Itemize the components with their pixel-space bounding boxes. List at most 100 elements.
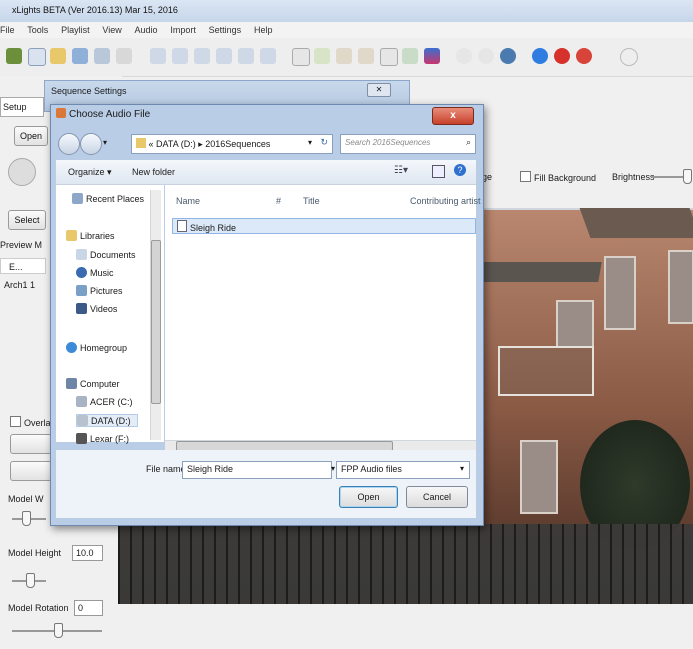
forward-button[interactable]	[80, 133, 102, 155]
open-file-button[interactable]: Open	[339, 486, 398, 508]
save-as-icon[interactable]	[94, 48, 110, 64]
nav-pictures[interactable]: Pictures	[76, 285, 123, 296]
address-drive[interactable]: DATA (D:)	[156, 139, 196, 149]
info-icon[interactable]	[532, 48, 548, 64]
model-rotation-field[interactable]: 0	[74, 600, 103, 616]
search-input[interactable]: Search 2016Sequences ⌕	[340, 134, 476, 154]
nav-recent-places[interactable]: Recent Places	[72, 193, 144, 204]
nav-homegroup[interactable]: Homegroup	[66, 342, 127, 353]
key-icon[interactable]	[598, 48, 614, 64]
model-height-field[interactable]: 10.0	[72, 545, 103, 561]
history-dropdown-icon[interactable]: ▾	[103, 138, 107, 147]
search-icon[interactable]: ⌕	[466, 137, 471, 148]
nav-label: DATA (D:)	[91, 416, 131, 426]
nav-acer-c[interactable]: ACER (C:)	[76, 396, 133, 407]
nav-documents[interactable]: Documents	[76, 249, 136, 260]
menu-help[interactable]: Help	[254, 25, 273, 35]
zoom-out-icon[interactable]	[478, 48, 494, 64]
record-icon[interactable]	[8, 158, 36, 186]
preview-pane-icon[interactable]	[432, 165, 445, 178]
address-overflow[interactable]: «	[149, 139, 154, 149]
dialog-close-button[interactable]: x	[432, 107, 474, 125]
pictures-icon	[76, 285, 87, 296]
address-folder[interactable]: 2016Sequences	[205, 139, 270, 149]
address-dropdown-icon[interactable]: ▾	[308, 138, 312, 147]
menu-import[interactable]: Import	[170, 25, 196, 35]
column-title[interactable]: Title	[303, 196, 320, 206]
play-icon[interactable]	[150, 48, 166, 64]
loop-icon[interactable]	[260, 48, 276, 64]
save-icon[interactable]	[72, 48, 88, 64]
pause-icon[interactable]	[172, 48, 188, 64]
sequence-settings-close-icon[interactable]: ✕	[367, 83, 391, 97]
arrow-icon[interactable]	[402, 48, 418, 64]
file-type-select[interactable]: FPP Audio files ▾	[336, 461, 470, 479]
address-bar[interactable]: « DATA (D:) ▸ 2016Sequences ▾ ↻	[131, 134, 333, 154]
model-rotation-slider[interactable]	[54, 623, 63, 638]
left-button-2[interactable]	[10, 461, 52, 481]
select-button[interactable]: Select	[8, 210, 46, 230]
column-name[interactable]: Name	[176, 196, 200, 206]
table-row[interactable]: Sleigh Ride	[172, 218, 476, 234]
new-file-icon[interactable]	[28, 48, 46, 66]
effect-icon[interactable]	[314, 48, 330, 64]
triangle-icon[interactable]	[292, 48, 310, 66]
list-item[interactable]: Arch1 1	[4, 280, 35, 290]
menu-view[interactable]: View	[102, 25, 121, 35]
open-button[interactable]: Open	[14, 126, 48, 146]
rewind-icon[interactable]	[216, 48, 232, 64]
house-balcony	[498, 346, 594, 396]
zoom-in-icon[interactable]	[456, 48, 472, 64]
fast-forward-icon[interactable]	[238, 48, 254, 64]
color-palette-icon[interactable]	[424, 48, 440, 64]
videos-icon	[76, 303, 87, 314]
cancel-button[interactable]: Cancel	[406, 486, 468, 508]
organize-button[interactable]: Organize ▾	[68, 167, 112, 178]
file-name-dropdown-icon[interactable]: ▾	[331, 464, 335, 473]
nav-label: ACER (C:)	[90, 397, 133, 407]
menu-playlist[interactable]: Playlist	[61, 25, 90, 35]
back-button[interactable]	[58, 133, 80, 155]
new-sequence-icon[interactable]	[6, 48, 22, 64]
nav-videos[interactable]: Videos	[76, 303, 117, 314]
menu-audio[interactable]: Audio	[135, 25, 158, 35]
column-number[interactable]: #	[276, 196, 281, 206]
refresh-icon[interactable]: ↻	[320, 137, 328, 148]
left-button-1[interactable]	[10, 434, 52, 454]
model-width-slider[interactable]	[22, 511, 31, 526]
warning-icon[interactable]	[380, 48, 398, 66]
sequence-settings-title: Sequence Settings	[51, 86, 127, 96]
new-folder-button[interactable]: New folder	[132, 167, 175, 177]
menu-tools[interactable]: Tools	[27, 25, 48, 35]
setup-tab[interactable]: Setup	[0, 97, 44, 117]
gear-icon[interactable]	[500, 48, 516, 64]
chevron-down-icon[interactable]: ▾	[460, 464, 464, 473]
view-options-icon[interactable]: ☷▾	[394, 165, 408, 176]
column-contributing-artist[interactable]: Contributing artist	[410, 196, 481, 206]
marker-icon[interactable]	[336, 48, 352, 64]
fill-background-checkbox[interactable]: Fill Background	[520, 171, 596, 183]
file-name-input[interactable]: Sleigh Ride ▾	[182, 461, 335, 479]
brightness-slider[interactable]	[683, 169, 692, 184]
file-type-value: FPP Audio files	[341, 464, 402, 474]
marker-2-icon[interactable]	[358, 48, 374, 64]
menu-settings[interactable]: Settings	[209, 25, 242, 35]
overlap-checkbox[interactable]: Overlap	[10, 416, 56, 428]
stop-playback-icon[interactable]	[194, 48, 210, 64]
nav-libraries[interactable]: Libraries	[66, 230, 115, 241]
model-height-slider[interactable]	[26, 573, 35, 588]
menu-file[interactable]: File	[0, 25, 15, 35]
nav-data-d[interactable]: DATA (D:)	[76, 414, 138, 427]
nav-lexar-f[interactable]: Lexar (F:)	[76, 433, 129, 444]
nav-scrollbar-thumb[interactable]	[151, 240, 161, 404]
audio-file-icon	[56, 108, 66, 118]
stop-sign-icon[interactable]	[554, 48, 570, 64]
open-folder-icon[interactable]	[50, 48, 66, 64]
bulb-icon[interactable]	[620, 48, 638, 66]
nav-music[interactable]: Music	[76, 267, 114, 278]
help-icon[interactable]: ?	[454, 164, 466, 176]
close-circle-icon[interactable]	[576, 48, 592, 64]
nav-computer[interactable]: Computer	[66, 378, 120, 389]
render-icon[interactable]	[116, 48, 132, 64]
folder-icon	[136, 138, 146, 148]
